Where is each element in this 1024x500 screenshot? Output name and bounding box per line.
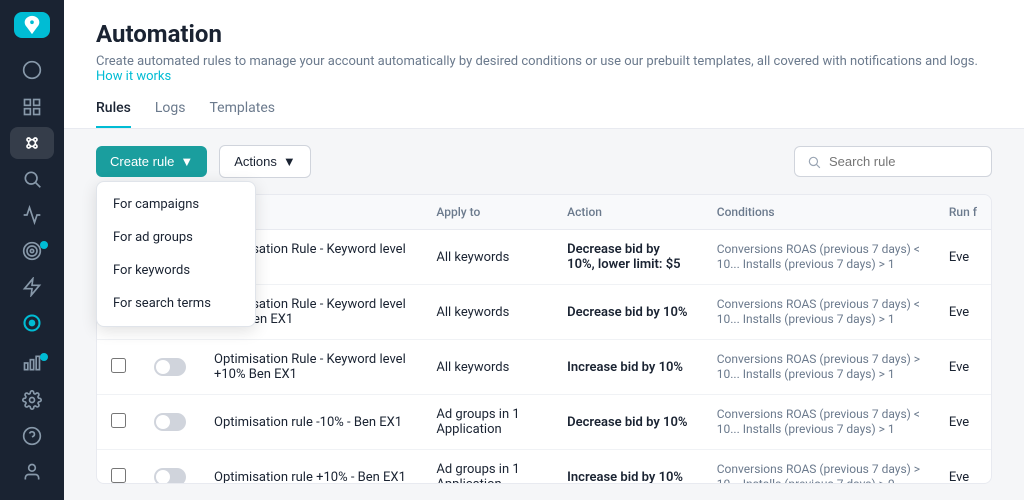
row-checkbox[interactable] (111, 413, 126, 428)
search-input[interactable] (829, 154, 979, 169)
dropdown-for-keywords[interactable]: For keywords (97, 254, 255, 287)
col-apply-to: Apply to (422, 195, 553, 230)
col-run: Run f (935, 195, 991, 230)
sidebar-item-automation[interactable] (10, 127, 54, 159)
sidebar-item-barchart[interactable] (10, 347, 54, 379)
dropdown-for-search-terms[interactable]: For search terms (97, 287, 255, 320)
row-action: Increase bid by 10% (553, 340, 703, 395)
sidebar-item-grid[interactable] (10, 90, 54, 122)
row-apply-to: All keywords (422, 340, 553, 395)
row-action: Decrease bid by 10%, lower limit: $5 (553, 230, 703, 285)
col-conditions: Conditions (703, 195, 935, 230)
sidebar-item-target[interactable] (10, 235, 54, 267)
search-icon (807, 155, 821, 169)
row-name: Optimisation rule -10% - Ben EX1 (200, 395, 422, 450)
col-action: Action (553, 195, 703, 230)
row-checkbox-cell (97, 340, 140, 395)
chevron-down-icon-actions: ▼ (283, 154, 296, 169)
sidebar-item-lightning[interactable] (10, 271, 54, 303)
tab-logs[interactable]: Logs (155, 100, 186, 128)
row-toggle[interactable] (154, 358, 186, 376)
page-header: Automation Create automated rules to man… (64, 0, 1024, 129)
row-checkbox-cell (97, 450, 140, 485)
sidebar-item-active-circle[interactable] (10, 307, 54, 339)
sidebar-item-user[interactable] (10, 456, 54, 488)
tab-rules[interactable]: Rules (96, 100, 131, 128)
row-conditions: Conversions ROAS (previous 7 days) < 10.… (703, 285, 935, 340)
main-content: Automation Create automated rules to man… (64, 0, 1024, 500)
sidebar-item-home[interactable] (10, 54, 54, 86)
row-conditions: Conversions ROAS (previous 7 days) < 10.… (703, 395, 935, 450)
row-action: Decrease bid by 10% (553, 395, 703, 450)
table-row: Optimisation rule -10% - Ben EX1 Ad grou… (97, 395, 991, 450)
row-name: Optimisation Rule - Keyword level +10% B… (200, 340, 422, 395)
dropdown-for-ad-groups[interactable]: For ad groups (97, 221, 255, 254)
row-apply-to: Ad groups in 1 Application (422, 395, 553, 450)
row-checkbox-cell (97, 395, 140, 450)
table-row: Optimisation rule +10% - Ben EX1 Ad grou… (97, 450, 991, 485)
row-run: Eve (935, 285, 991, 340)
row-apply-to: Ad groups in 1 Application (422, 450, 553, 485)
barchart-dot (40, 353, 48, 361)
create-rule-button[interactable]: Create rule ▼ (96, 146, 207, 177)
row-toggle[interactable] (154, 413, 186, 431)
sidebar-item-help[interactable] (10, 420, 54, 452)
notification-dot (40, 241, 48, 249)
row-run: Eve (935, 450, 991, 485)
row-name: Optimisation rule +10% - Ben EX1 (200, 450, 422, 485)
row-checkbox[interactable] (111, 468, 126, 483)
row-run: Eve (935, 340, 991, 395)
chevron-down-icon: ▼ (180, 154, 193, 169)
row-conditions: Conversions ROAS (previous 7 days) < 10.… (703, 230, 935, 285)
row-run: Eve (935, 230, 991, 285)
tab-templates[interactable]: Templates (210, 100, 276, 128)
page-title: Automation (96, 20, 992, 48)
create-rule-dropdown: For campaigns For ad groups For keywords… (96, 181, 256, 327)
search-box[interactable] (794, 146, 992, 177)
dropdown-for-campaigns[interactable]: For campaigns (97, 188, 255, 221)
row-apply-to: All keywords (422, 230, 553, 285)
main-tabs: Rules Logs Templates (96, 100, 992, 128)
sidebar-item-analytics[interactable] (10, 199, 54, 231)
how-it-works-link[interactable]: How it works (96, 69, 171, 84)
row-conditions: Conversions ROAS (previous 7 days) > 10.… (703, 340, 935, 395)
toolbar: Create rule ▼ Actions ▼ For campaigns Fo… (64, 129, 1024, 194)
row-action: Decrease bid by 10% (553, 285, 703, 340)
row-run: Eve (935, 395, 991, 450)
table-row: Optimisation Rule - Keyword level +10% B… (97, 340, 991, 395)
page-subtitle: Create automated rules to manage your ac… (96, 54, 992, 84)
row-toggle[interactable] (154, 468, 186, 484)
row-toggle-cell (140, 450, 200, 485)
row-conditions: Conversions ROAS (previous 7 days) > 10.… (703, 450, 935, 485)
sidebar-item-search[interactable] (10, 163, 54, 195)
sidebar-item-settings[interactable] (10, 384, 54, 416)
sidebar (0, 0, 64, 500)
row-apply-to: All keywords (422, 285, 553, 340)
row-checkbox[interactable] (111, 358, 126, 373)
actions-button[interactable]: Actions ▼ (219, 145, 311, 178)
row-action: Increase bid by 10% (553, 450, 703, 485)
logo[interactable] (14, 12, 50, 38)
row-toggle-cell (140, 395, 200, 450)
row-toggle-cell (140, 340, 200, 395)
